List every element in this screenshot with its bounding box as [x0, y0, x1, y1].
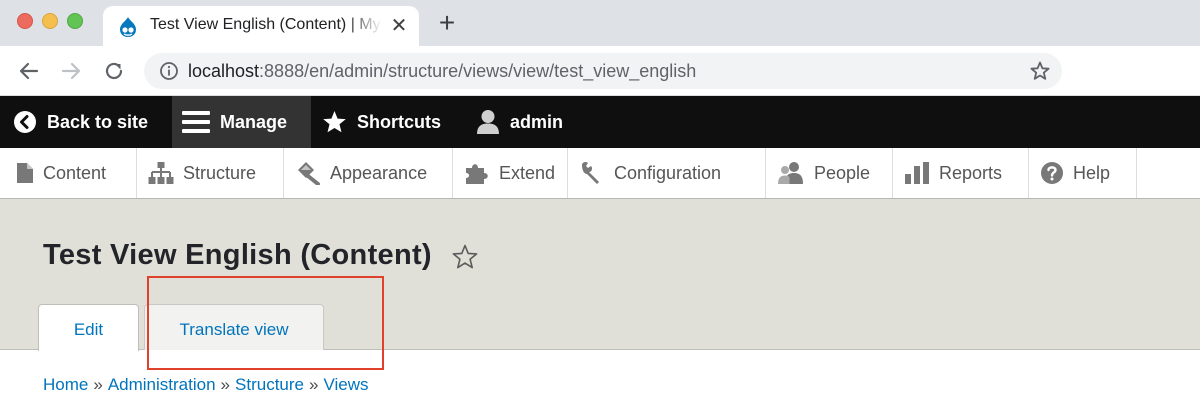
address-bar[interactable]: localhost:8888/en/admin/structure/views/… [144, 53, 1062, 89]
close-tab-icon[interactable]: ✕ [389, 16, 409, 36]
breadcrumb: Home» Administration» Structure» Views [43, 375, 369, 395]
paint-icon [298, 162, 320, 185]
browser-tabstrip: Test View English (Content) | My Drupal … [0, 0, 1200, 46]
page-title: Test View English (Content) [43, 239, 432, 271]
url-text[interactable]: localhost:8888/en/admin/structure/views/… [188, 61, 696, 82]
sitemap-icon [148, 162, 174, 184]
manage-tab[interactable]: Manage [172, 96, 311, 148]
breadcrumb-separator: » [220, 375, 231, 394]
shortcut-star-icon[interactable] [451, 243, 479, 271]
browser-tab-title: Test View English (Content) | My Drupal … [150, 16, 382, 33]
url-path: :8888/en/admin/structure/views/view/test… [259, 61, 697, 81]
back-arrow-icon[interactable] [16, 58, 42, 84]
window-close-button[interactable] [17, 13, 33, 29]
tray-item-structure[interactable]: Structure [137, 148, 284, 198]
shortcuts-label: Shortcuts [357, 111, 442, 132]
admin-tray: Content Structure Appearance Extend Conf… [0, 148, 1200, 199]
breadcrumb-views[interactable]: Views [323, 375, 368, 394]
tray-item-label: Reports [939, 162, 1003, 183]
user-icon [477, 110, 499, 134]
help-icon [1041, 162, 1063, 184]
breadcrumb-separator: » [93, 375, 103, 394]
browser-tab-active[interactable]: Test View English (Content) | My Drupal … [103, 6, 419, 46]
people-icon [778, 162, 803, 184]
tray-item-label: Extend [499, 162, 556, 183]
breadcrumb-structure[interactable]: Structure [235, 375, 304, 394]
forward-arrow-icon[interactable] [58, 58, 84, 84]
tray-item-configuration[interactable]: Configuration [568, 148, 766, 198]
file-icon [17, 163, 33, 183]
bookmark-star-icon[interactable] [1029, 60, 1051, 82]
bar-chart-icon [905, 162, 929, 184]
browser-toolbar: localhost:8888/en/admin/structure/views/… [0, 46, 1200, 96]
url-host: localhost [188, 61, 260, 81]
breadcrumb-administration[interactable]: Administration [108, 375, 216, 394]
tray-item-help[interactable]: Help [1029, 148, 1137, 198]
annotation-highlight-box [147, 276, 384, 370]
tab-edit[interactable]: Edit [38, 304, 139, 351]
tray-item-label: Configuration [614, 162, 722, 183]
tray-item-people[interactable]: People [766, 148, 893, 198]
shortcuts-tab[interactable]: Shortcuts [322, 96, 441, 148]
window-maximize-button[interactable] [67, 13, 83, 29]
manage-label: Manage [220, 111, 288, 132]
wrench-icon [582, 161, 599, 184]
breadcrumb-home[interactable]: Home [43, 375, 88, 394]
tray-item-label: Help [1073, 162, 1111, 183]
site-info-icon[interactable] [159, 61, 179, 81]
back-to-site-label: Back to site [47, 111, 149, 132]
tray-item-label: Structure [183, 162, 257, 183]
reload-icon[interactable] [101, 58, 127, 84]
user-tab[interactable]: admin [476, 96, 563, 148]
drupal-drop-icon [120, 17, 136, 37]
tray-item-label: Content [43, 162, 107, 183]
tray-item-content[interactable]: Content [0, 148, 137, 198]
tray-item-label: Appearance [330, 162, 428, 183]
admin-toolbar: Back to site Manage Shortcuts admin [0, 96, 1200, 148]
tray-item-reports[interactable]: Reports [893, 148, 1029, 198]
window-minimize-button[interactable] [42, 13, 58, 29]
new-tab-icon[interactable]: + [434, 9, 460, 37]
hamburger-icon [182, 111, 210, 133]
puzzle-icon [466, 164, 488, 184]
tray-item-extend[interactable]: Extend [453, 148, 568, 198]
star-icon [323, 111, 346, 133]
back-to-site-link[interactable]: Back to site [13, 96, 148, 148]
tray-item-appearance[interactable]: Appearance [284, 148, 453, 198]
breadcrumb-separator: » [309, 375, 319, 394]
back-circle-icon [14, 111, 36, 133]
user-label: admin [510, 111, 564, 132]
tray-item-label: People [814, 162, 871, 183]
